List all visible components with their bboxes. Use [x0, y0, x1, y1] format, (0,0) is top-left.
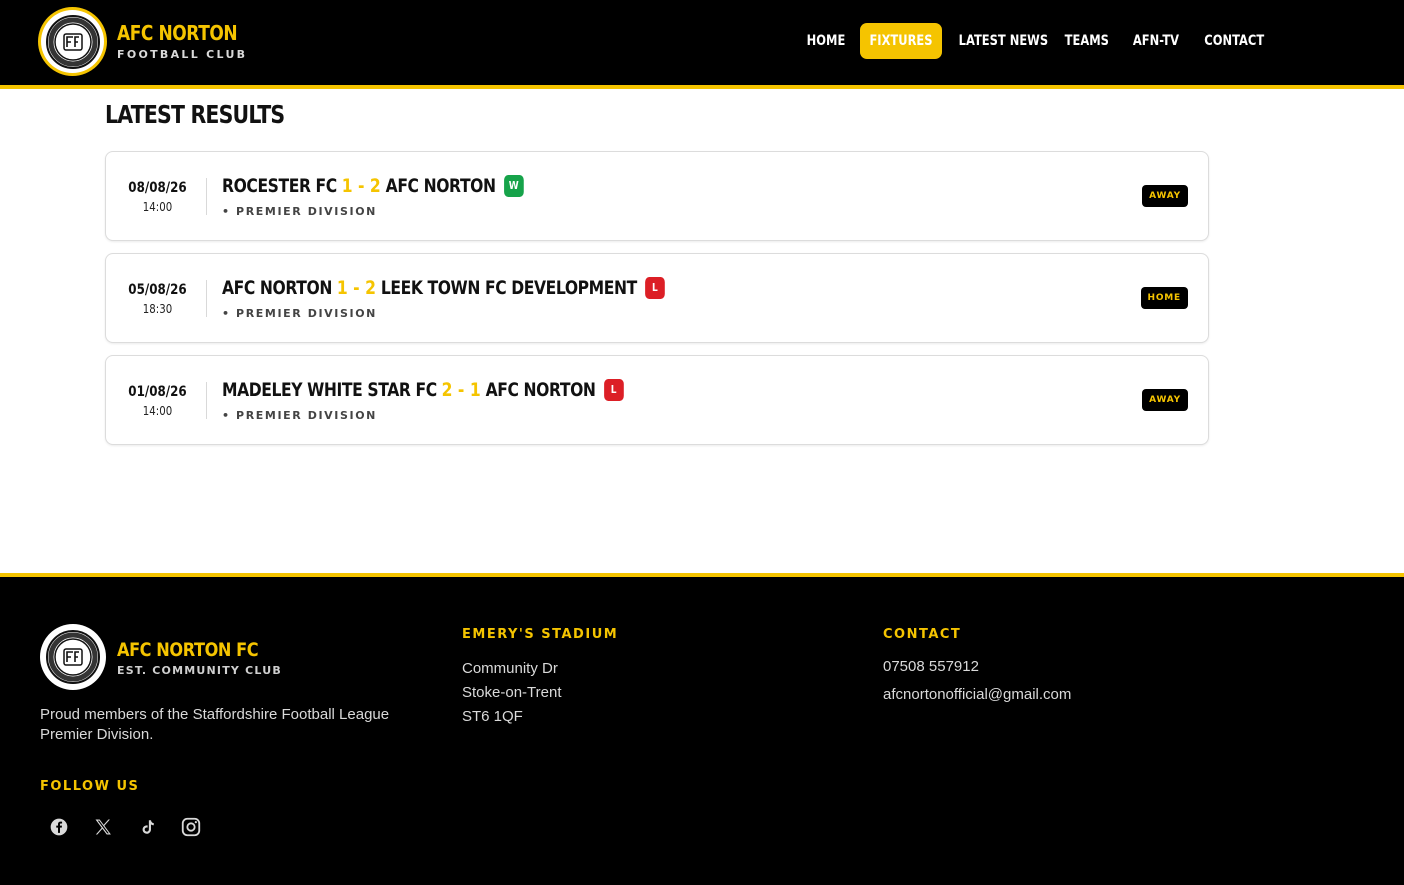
club-crest-icon	[46, 630, 100, 684]
nav-latest-news[interactable]: LATEST NEWS	[959, 23, 1048, 59]
match-date: 08/08/26	[128, 180, 187, 196]
match-time: 14:00	[142, 404, 173, 418]
division-label: • PREMIER DIVISION	[222, 307, 377, 320]
card-divider	[206, 280, 207, 317]
division-label: • PREMIER DIVISION	[222, 409, 377, 422]
club-crest-icon	[45, 14, 100, 69]
phone-number[interactable]: 07508 557912	[883, 658, 979, 675]
stadium-heading: EMERY'S STADIUM	[462, 627, 619, 642]
result-badge: L	[603, 379, 624, 401]
card-divider	[206, 178, 207, 215]
x-icon[interactable]	[91, 815, 115, 839]
result-badge: W	[503, 175, 524, 197]
page-title: LATEST RESULTS	[105, 100, 285, 129]
result-card[interactable]: 08/08/26 14:00 ROCESTER FC 1 - 2 AFC NOR…	[105, 151, 1209, 241]
address-line: Community Dr	[462, 660, 558, 677]
away-team: AFC NORTON	[485, 379, 596, 401]
brand-title: AFC NORTON	[117, 21, 238, 45]
home-team: AFC NORTON	[222, 277, 332, 299]
match-date: 01/08/26	[128, 384, 187, 400]
venue-badge: AWAY	[1142, 389, 1188, 411]
match-line: ROCESTER FC 1 - 2 AFC NORTON W	[222, 175, 524, 197]
brand-subtitle: FOOTBALL CLUB	[117, 48, 248, 61]
address-line: ST6 1QF	[462, 708, 523, 725]
match-line: AFC NORTON 1 - 2 LEEK TOWN FC DEVELOPMEN…	[222, 277, 665, 299]
result-card[interactable]: 05/08/26 18:30 AFC NORTON 1 - 2 LEEK TOW…	[105, 253, 1209, 343]
result-badge: L	[645, 277, 665, 299]
footer-club-logo[interactable]	[40, 624, 106, 690]
facebook-icon[interactable]	[47, 815, 71, 839]
address-line: Stoke-on-Trent	[462, 684, 562, 701]
follow-us-heading: FOLLOW US	[40, 779, 140, 794]
card-divider	[206, 382, 207, 419]
match-line: MADELEY WHITE STAR FC 2 - 1 AFC NORTON L	[222, 379, 624, 401]
away-team: AFC NORTON	[385, 175, 496, 197]
score: 1 - 2	[336, 277, 376, 299]
club-logo[interactable]	[38, 7, 107, 76]
contact-heading: CONTACT	[883, 627, 962, 642]
nav-teams[interactable]: TEAMS	[1065, 23, 1109, 59]
score: 1 - 2	[341, 175, 381, 197]
match-time: 18:30	[142, 302, 173, 316]
header-accent-line	[0, 85, 1404, 89]
venue-badge: AWAY	[1142, 185, 1188, 207]
division-label: • PREMIER DIVISION	[222, 205, 377, 218]
nav-afn-tv[interactable]: AFN-TV	[1131, 23, 1180, 59]
email-link[interactable]: afcnortonofficial@gmail.com	[883, 686, 1071, 703]
footer-brand-title: AFC NORTON FC	[117, 639, 259, 661]
nav-home[interactable]: HOME	[805, 23, 848, 59]
nav-contact[interactable]: CONTACT	[1204, 23, 1264, 59]
tiktok-icon[interactable]	[135, 815, 159, 839]
match-date: 05/08/26	[128, 282, 187, 298]
footer-brand-subtitle: EST. COMMUNITY CLUB	[117, 664, 282, 677]
venue-badge: HOME	[1140, 287, 1188, 309]
match-time: 14:00	[142, 200, 173, 214]
instagram-icon[interactable]	[179, 815, 203, 839]
home-team: ROCESTER FC	[222, 175, 337, 197]
away-team: LEEK TOWN FC DEVELOPMENT	[380, 277, 637, 299]
result-card[interactable]: 01/08/26 14:00 MADELEY WHITE STAR FC 2 -…	[105, 355, 1209, 445]
footer-description: Proud members of the Staffordshire Footb…	[40, 706, 390, 743]
nav-fixtures[interactable]: FIXTURES	[867, 23, 934, 59]
score: 2 - 1	[441, 379, 481, 401]
home-team: MADELEY WHITE STAR FC	[222, 379, 437, 401]
